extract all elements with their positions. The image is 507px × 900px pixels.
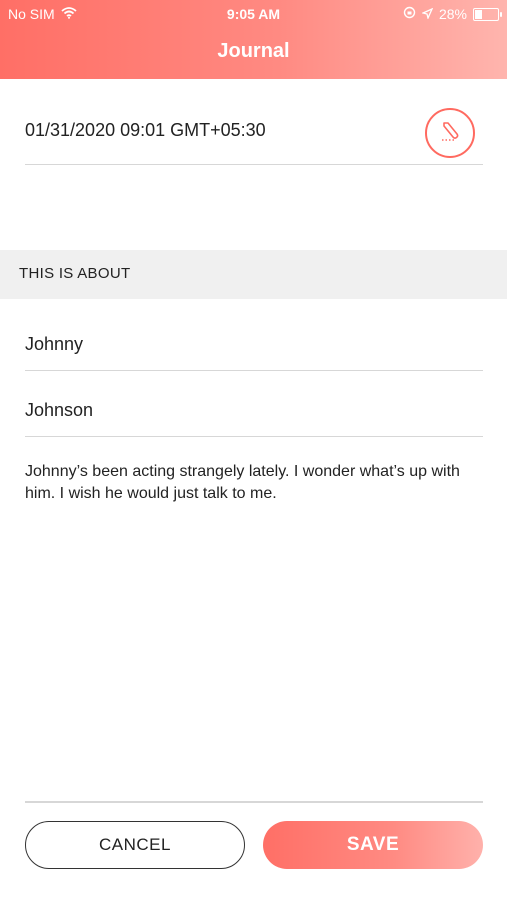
bottom-divider — [25, 801, 483, 803]
first-name-value: Johnny — [25, 334, 84, 354]
lock-rotation-icon — [403, 6, 416, 22]
battery-level-fill — [475, 9, 482, 19]
cancel-button[interactable]: CANCEL — [25, 821, 245, 869]
status-right: 28% — [403, 6, 502, 22]
battery-percent: 28% — [438, 6, 467, 22]
entry-date-value: 01/31/2020 09:01 GMT+05:30 — [25, 120, 266, 140]
edit-date-button[interactable] — [425, 108, 475, 158]
pen-icon — [435, 116, 465, 151]
about-section-header: THIS IS ABOUT — [0, 250, 507, 299]
journal-screen: No SIM 9:05 AM 28% Journal 01/31/2020 09… — [0, 0, 507, 900]
status-bar: No SIM 9:05 AM 28% — [0, 0, 507, 28]
entry-date-field[interactable]: 01/31/2020 09:01 GMT+05:30 — [25, 104, 483, 165]
page-title: Journal — [217, 40, 290, 62]
save-button[interactable]: SAVE — [263, 821, 483, 869]
header: No SIM 9:05 AM 28% Journal — [0, 0, 507, 79]
battery-icon — [473, 7, 502, 21]
journal-note-text[interactable]: Johnny’s been acting strangely lately. I… — [25, 461, 483, 505]
first-name-field[interactable]: Johnny — [25, 322, 483, 371]
about-section-title: THIS IS ABOUT — [19, 265, 131, 282]
last-name-value: Johnson — [25, 400, 94, 420]
last-name-field[interactable]: Johnson — [25, 388, 483, 437]
location-icon — [420, 6, 434, 22]
